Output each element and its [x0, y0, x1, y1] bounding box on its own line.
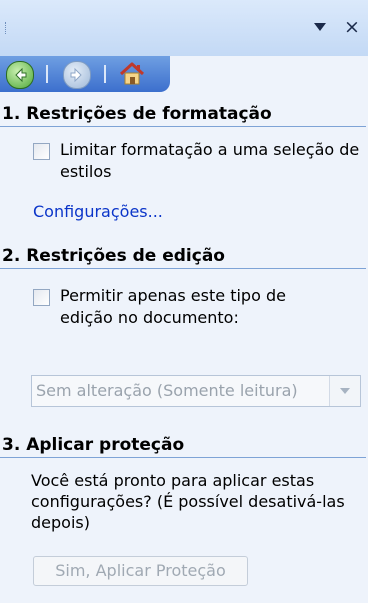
nav-separator	[104, 65, 106, 83]
allow-editing-label[interactable]: Permitir apenas este tipo de edição no d…	[60, 285, 340, 329]
apply-protection-button[interactable]: Sim, Aplicar Proteção	[33, 556, 248, 586]
limit-formatting-checkbox[interactable]	[33, 143, 50, 160]
section-title-editing: 2. Restrições de edição	[0, 243, 366, 269]
chevron-down-icon[interactable]	[329, 376, 360, 406]
dropdown-arrow-icon[interactable]	[314, 23, 326, 31]
restrict-formatting-editing-pane: × 1. Restrições de formatação Limitar fo…	[0, 0, 368, 603]
limit-formatting-label[interactable]: Limitar formatação a uma seleção de esti…	[60, 139, 360, 183]
home-icon[interactable]	[118, 60, 146, 88]
editing-type-select-value: Sem alteração (Somente leitura)	[36, 381, 298, 400]
pane-title-bar: ×	[0, 0, 368, 56]
back-arrow-icon[interactable]	[6, 61, 34, 89]
allow-editing-checkbox[interactable]	[33, 289, 50, 306]
section-title-formatting: 1. Restrições de formatação	[0, 101, 366, 127]
forward-arrow-icon[interactable]	[63, 61, 91, 89]
pane-grip-handle[interactable]	[5, 22, 9, 34]
close-button[interactable]: ×	[341, 14, 363, 40]
protection-description: Você está pronto para aplicar estas conf…	[31, 471, 345, 532]
pane-navigation-bar	[0, 56, 170, 92]
nav-separator	[46, 65, 48, 83]
editing-type-select[interactable]: Sem alteração (Somente leitura)	[31, 375, 361, 407]
formatting-settings-link[interactable]: Configurações...	[33, 201, 163, 223]
section-title-protection: 3. Aplicar proteção	[0, 432, 366, 458]
